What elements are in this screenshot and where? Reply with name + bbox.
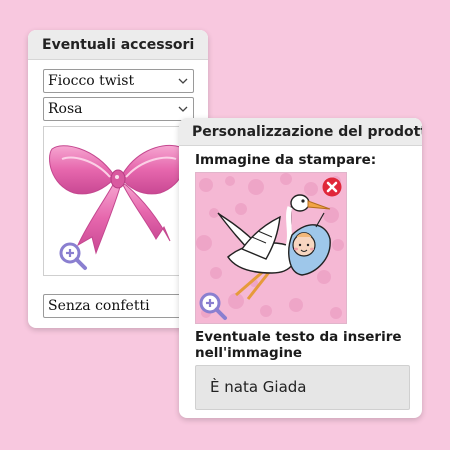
ribbon-select-value: Fiocco twist <box>48 73 135 89</box>
print-image[interactable] <box>195 172 347 324</box>
zoom-in-icon[interactable] <box>58 241 88 271</box>
image-text-input[interactable]: È nata Giada <box>195 365 410 410</box>
chevron-down-icon <box>178 106 188 112</box>
remove-image-icon[interactable] <box>322 177 342 197</box>
image-label: Immagine da stampare: <box>195 152 377 168</box>
confetti-select-value: Senza confetti <box>48 298 150 314</box>
personalization-title: Personalizzazione del prodotto <box>179 118 422 146</box>
confetti-select[interactable]: Senza confetti <box>43 294 194 318</box>
accessories-title: Eventuali accessori <box>28 30 208 60</box>
image-text-value: È nata Giada <box>210 378 307 396</box>
chevron-down-icon <box>178 78 188 84</box>
text-label-line1: Eventuale testo da inserire <box>195 329 402 345</box>
text-label-line2: nell'immagine <box>195 345 303 361</box>
bow-image[interactable] <box>43 126 194 276</box>
ribbon-select[interactable]: Fiocco twist <box>43 69 194 93</box>
color-select[interactable]: Rosa <box>43 97 194 121</box>
personalization-panel: Personalizzazione del prodotto Immagine … <box>179 118 422 418</box>
zoom-in-icon[interactable] <box>198 291 228 321</box>
color-select-value: Rosa <box>48 101 83 117</box>
